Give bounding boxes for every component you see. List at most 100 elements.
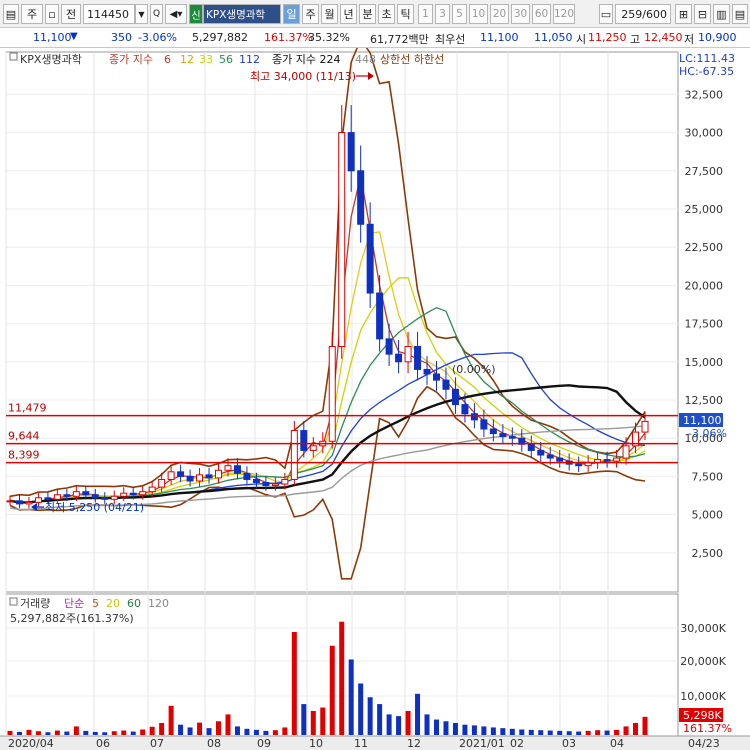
volume-bar bbox=[604, 730, 610, 735]
period-week-label: 주 bbox=[305, 8, 316, 21]
volume-bar bbox=[452, 722, 458, 735]
candle-body bbox=[101, 497, 109, 500]
volume-bar bbox=[187, 727, 193, 735]
stock-code-input[interactable]: 114450 bbox=[83, 4, 135, 24]
candle-body bbox=[139, 491, 147, 496]
support-line-label: 11,479 bbox=[8, 402, 47, 415]
volume-bar bbox=[83, 730, 89, 735]
price-axis: 32,500 30,000 27,500 25,000 22,500 20,000 17,5… bbox=[680, 88, 726, 703]
candle-body bbox=[25, 501, 33, 505]
period-second-button[interactable]: 초 bbox=[378, 4, 395, 24]
dual-window-icon[interactable]: ⊞ bbox=[675, 4, 692, 24]
candle-body bbox=[82, 491, 90, 496]
x-axis-bar bbox=[0, 736, 750, 750]
volume-bar bbox=[566, 731, 572, 735]
grid-layout-icon[interactable]: ⊟ bbox=[694, 4, 711, 24]
volume-bar bbox=[45, 732, 51, 735]
x-tick-label: 10 bbox=[309, 737, 323, 750]
interval-120-button[interactable]: 120 bbox=[553, 4, 575, 24]
interval-120-label: 120 bbox=[553, 8, 575, 20]
volume-bar bbox=[462, 724, 468, 735]
quote-bar: 11,100 ▼ 350 -3.06% 5,297,882 161.37% 35… bbox=[0, 28, 750, 48]
indicator-icon[interactable]: ▥ bbox=[713, 4, 730, 24]
interval-3-button[interactable]: 3 bbox=[435, 4, 450, 24]
sound-icon[interactable]: ◀▾ bbox=[165, 4, 187, 24]
period-year-button[interactable]: 년 bbox=[340, 4, 357, 24]
interval-5-label: 5 bbox=[456, 8, 463, 20]
candle-body bbox=[233, 465, 241, 474]
interval-1-button[interactable]: 1 bbox=[418, 4, 433, 24]
x-tick-label: 09 bbox=[257, 737, 271, 750]
candle-body bbox=[15, 500, 23, 505]
volume-bar bbox=[291, 632, 297, 735]
search-icon[interactable]: Q bbox=[150, 4, 163, 24]
candle-body bbox=[366, 223, 374, 294]
period-month-button[interactable]: 월 bbox=[321, 4, 338, 24]
y-tick-label: 7,500 bbox=[692, 470, 724, 483]
period-week-button[interactable]: 주 bbox=[302, 4, 319, 24]
low-price: 10,900 bbox=[698, 31, 737, 44]
interval-30-button[interactable]: 30 bbox=[511, 4, 530, 24]
volume-bar bbox=[386, 714, 392, 735]
candle-body bbox=[347, 132, 355, 172]
chart-type-icon[interactable]: ▤ bbox=[3, 4, 19, 24]
legend-bands: 상한선 하한선 bbox=[380, 52, 444, 66]
volume-bar bbox=[206, 728, 212, 735]
volume-bar bbox=[358, 683, 364, 735]
code-dropdown-icon[interactable]: ▼ bbox=[135, 4, 148, 24]
low-marker: 최저 5,250 (04/21) bbox=[31, 501, 144, 514]
volume-bar bbox=[64, 731, 70, 735]
open-price: 11,250 bbox=[588, 31, 627, 44]
candle-body bbox=[205, 474, 213, 479]
volume-bar bbox=[178, 724, 184, 735]
stock-chart[interactable]: 11,479 9,644 8,399 32,500 30,000 27,500 25,00… bbox=[0, 48, 750, 750]
volume-tick-label: 30,000K bbox=[680, 622, 726, 635]
candle-body bbox=[72, 491, 80, 497]
stock-name-label: KPX생명과학 bbox=[206, 8, 266, 21]
volume-legend-label: 거래량 bbox=[20, 597, 50, 610]
stock-name-field: KPX생명과학 bbox=[203, 4, 281, 24]
candle-count-field[interactable]: 259/600 bbox=[615, 4, 671, 24]
volume-bar bbox=[16, 731, 22, 735]
interval-60-button[interactable]: 60 bbox=[532, 4, 551, 24]
legend-ma-112: 112 bbox=[239, 53, 260, 66]
interval-10-button[interactable]: 10 bbox=[469, 4, 488, 24]
period-select[interactable]: 주 bbox=[21, 4, 43, 24]
x-tick-label: 04 bbox=[610, 737, 624, 750]
interval-5-button[interactable]: 5 bbox=[452, 4, 467, 24]
candle-body bbox=[271, 483, 279, 487]
legend-long-ma: 종가 지수 224 bbox=[272, 53, 340, 66]
period-day-button[interactable]: 일 bbox=[283, 4, 300, 24]
x-tick-label: 11 bbox=[354, 737, 368, 750]
y-tick-label: 32,500 bbox=[685, 88, 724, 101]
all-button[interactable]: 전 bbox=[61, 4, 81, 24]
period-label: 주 bbox=[26, 8, 38, 21]
high-label: 고 bbox=[630, 33, 641, 46]
interval-20-button[interactable]: 20 bbox=[490, 4, 509, 24]
volume-bar bbox=[225, 714, 231, 735]
candle-body bbox=[215, 469, 223, 479]
volume-bar bbox=[538, 730, 544, 735]
volume-bar bbox=[263, 730, 269, 735]
y-tick-label: 20,000 bbox=[685, 279, 724, 292]
x-tick-label: 02 bbox=[510, 737, 524, 750]
window-icon[interactable]: ▫ bbox=[45, 4, 59, 24]
toolbar: ▤ 주 ▫ 전 114450 ▼ Q ◀▾ 신 KPX생명과학 일 주 월 년 … bbox=[0, 0, 750, 28]
settings-icon[interactable]: ▤ bbox=[732, 4, 748, 24]
x-tick-label: 03 bbox=[562, 737, 576, 750]
y-tick-label: 15,000 bbox=[685, 356, 724, 369]
period-minute-button[interactable]: 분 bbox=[359, 4, 376, 24]
x-tick-label: 06 bbox=[96, 737, 110, 750]
volume-bar bbox=[35, 731, 41, 735]
candle-body bbox=[243, 472, 251, 480]
time-icon[interactable]: ▭ bbox=[599, 4, 613, 24]
period-tick-button[interactable]: 틱 bbox=[397, 4, 414, 24]
volume-ma-120: 120 bbox=[148, 597, 169, 610]
y-tick-label: 30,000 bbox=[685, 127, 724, 140]
candle-body bbox=[537, 449, 545, 456]
volume-bar bbox=[557, 730, 563, 735]
volume-bar bbox=[490, 727, 496, 735]
candle-body bbox=[451, 388, 459, 406]
legend-ma-label: 종가 지수 bbox=[109, 53, 153, 66]
candle-body bbox=[432, 373, 440, 381]
